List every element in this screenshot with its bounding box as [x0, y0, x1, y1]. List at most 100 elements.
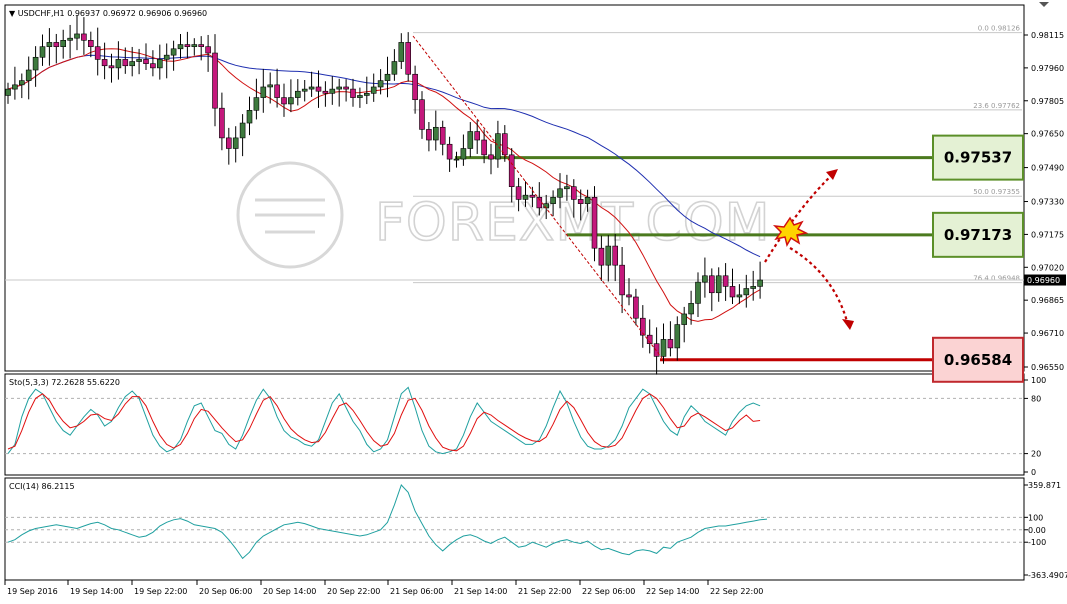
candle-bull [46, 42, 53, 47]
candle-bull [170, 48, 177, 56]
price-tick-label: 0.97805 [1031, 97, 1064, 106]
candle-bear [281, 97, 287, 105]
candle-bear [108, 65, 115, 69]
candle-bull [32, 56, 39, 71]
candle-bull [18, 80, 25, 86]
fibonacci-level-label: 76.4 0.96948 [973, 275, 1020, 283]
candle-bull [557, 188, 563, 198]
time-tick-label: 21 Sep 22:00 [518, 587, 571, 596]
time-tick-label: 19 Sep 2016 [7, 587, 58, 596]
candle-bear [529, 194, 536, 198]
candle-bull [115, 59, 122, 69]
candle-bear [729, 286, 736, 298]
candle-bull [12, 84, 18, 90]
price-tick-label: 0.97020 [1031, 263, 1064, 272]
candle-bull [74, 33, 80, 39]
candle-bull [39, 46, 46, 58]
current-price-label: 0.96960 [1027, 276, 1060, 285]
candle-bear [722, 275, 729, 287]
candle-bull [702, 275, 708, 283]
candle-bear [653, 343, 660, 357]
cci-tick-label: -100 [1028, 538, 1046, 547]
candle-bull [308, 86, 315, 90]
candle-bear [570, 186, 577, 200]
candle-bull [253, 97, 260, 111]
price-tick-label: 0.96550 [1031, 363, 1064, 372]
price-tick-label: 0.96710 [1031, 329, 1064, 338]
candle-bear [350, 88, 356, 98]
candle-bull [564, 186, 570, 190]
candle-bear [481, 139, 487, 156]
stochastic-tick-label: 100 [1031, 376, 1046, 385]
cci-tick-label: -363.4907 [1028, 571, 1067, 580]
time-tick-label: 22 Sep 06:00 [582, 587, 635, 596]
candle-bull [239, 122, 246, 139]
candle-bull [163, 54, 170, 60]
candle-bull [467, 131, 474, 149]
candle-bull [757, 279, 763, 287]
candle-bear [53, 42, 60, 47]
candle-bull [384, 73, 391, 81]
current-price-tag: 0.96960 [1024, 274, 1066, 286]
candle-bear [591, 196, 598, 249]
candle-bear [81, 33, 87, 41]
candle-bear [315, 86, 322, 92]
candle-bear [419, 99, 425, 130]
candle-bull [391, 61, 398, 75]
candle-bull [715, 275, 722, 294]
candle-bear [343, 86, 349, 90]
time-tick-label: 22 Sep 14:00 [646, 587, 699, 596]
price-tick-label: 0.97650 [1031, 130, 1064, 139]
candle-bear [446, 143, 453, 160]
candle-bull [377, 80, 384, 88]
candle-bear [101, 59, 108, 67]
fibonacci-level-label: 0.0 0.98126 [978, 25, 1021, 33]
candle-bear [88, 40, 94, 47]
candle-bull [232, 137, 239, 149]
candle-bull [584, 196, 591, 204]
candle-bear [184, 44, 191, 47]
candle-bull [246, 110, 253, 124]
candle-bull [460, 148, 467, 160]
candle-bull [5, 88, 11, 96]
candle-bull [495, 133, 501, 160]
candle-bear [515, 186, 522, 200]
candle-bull [60, 40, 67, 47]
candle-bear [205, 46, 211, 54]
candle-bull [398, 42, 405, 62]
stochastic-tick-label: 0 [1031, 468, 1036, 477]
candle-bull [681, 313, 688, 325]
fibonacci-level-label: 50.0 0.97355 [973, 188, 1020, 196]
candle-bull [750, 286, 757, 289]
candle-bull [605, 245, 612, 266]
level-box-label: 0.97537 [944, 149, 1012, 167]
candle-bull [25, 69, 32, 81]
candle-bull [736, 294, 743, 298]
time-tick-label: 21 Sep 14:00 [454, 587, 507, 596]
candle-bear [94, 46, 101, 60]
candle-bull [136, 59, 142, 62]
stochastic-tick-label: 80 [1031, 394, 1041, 403]
price-tick-label: 0.97175 [1031, 230, 1064, 239]
time-tick-label: 21 Sep 06:00 [390, 587, 443, 596]
time-tick-label: 20 Sep 14:00 [263, 587, 316, 596]
candle-bear [219, 107, 225, 139]
cci-tick-label: 0.00 [1028, 526, 1046, 535]
candle-bull [432, 126, 439, 141]
candle-bear [577, 199, 584, 204]
candle-bull [543, 203, 550, 209]
time-tick-label: 20 Sep 22:00 [327, 587, 380, 596]
candle-bear [626, 294, 632, 298]
chart-background [0, 0, 1067, 604]
candle-bear [426, 129, 432, 141]
time-tick-label: 19 Sep 14:00 [70, 587, 123, 596]
candle-bear [667, 339, 674, 349]
time-tick-label: 19 Sep 22:00 [134, 587, 187, 596]
candle-bear [322, 90, 329, 94]
candle-bull [695, 281, 701, 304]
candle-bull [674, 324, 681, 349]
fibonacci-level-label: 23.6 0.97762 [973, 102, 1020, 110]
candle-bull [522, 194, 529, 200]
candle-bear [143, 59, 149, 64]
price-tick-label: 0.97960 [1031, 64, 1064, 73]
